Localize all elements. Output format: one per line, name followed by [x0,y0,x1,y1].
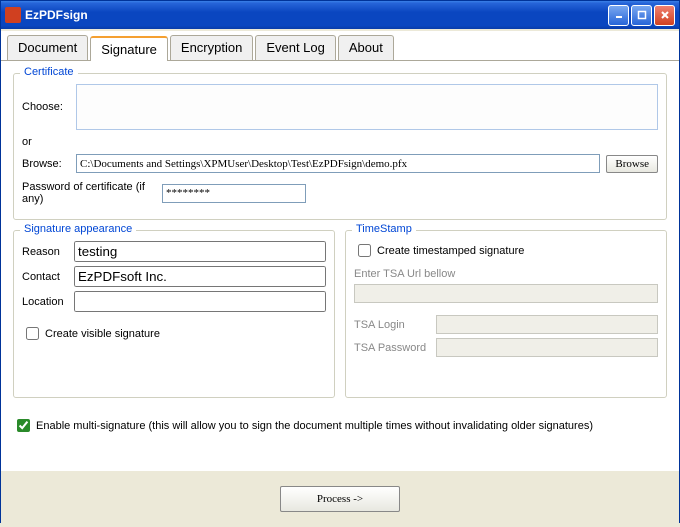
reason-label: Reason [22,246,74,258]
certificate-legend: Certificate [20,66,78,78]
multi-signature-checkbox[interactable] [17,419,30,432]
tab-bar: Document Signature Encryption Event Log … [1,31,679,61]
contact-label: Contact [22,271,74,283]
visible-signature-checkbox[interactable] [26,327,39,340]
tab-event-log[interactable]: Event Log [255,35,336,60]
reason-input[interactable] [74,241,326,262]
tsa-password-label: TSA Password [354,342,436,354]
tab-content: Certificate Choose: or Browse: Browse Pa… [1,61,679,471]
tsa-url-hint: Enter TSA Url bellow [354,268,658,280]
multi-signature-label: Enable multi-signature (this will allow … [36,420,593,432]
create-timestamp-label: Create timestamped signature [377,245,524,257]
browse-button[interactable]: Browse [606,155,658,173]
cert-password-label: Password of certificate (if any) [22,181,162,205]
app-icon [5,7,21,23]
create-timestamp-checkbox[interactable] [358,244,371,257]
signature-appearance-legend: Signature appearance [20,223,136,235]
timestamp-group: TimeStamp Create timestamped signature E… [345,230,667,398]
timestamp-legend: TimeStamp [352,223,416,235]
tab-encryption[interactable]: Encryption [170,35,253,60]
tsa-login-label: TSA Login [354,319,436,331]
certificate-group: Certificate Choose: or Browse: Browse Pa… [13,73,667,220]
minimize-button[interactable] [608,5,629,26]
window-title: EzPDFsign [25,8,608,22]
location-input[interactable] [74,291,326,312]
browse-path-input[interactable] [76,154,600,173]
tab-about[interactable]: About [338,35,394,60]
close-button[interactable] [654,5,675,26]
tsa-login-input [436,315,658,334]
app-window: EzPDFsign Document Signature Encryption … [0,0,680,523]
contact-input[interactable] [74,266,326,287]
window-controls [608,5,675,26]
maximize-button[interactable] [631,5,652,26]
location-label: Location [22,296,74,308]
footer: Process -> [1,471,679,527]
signature-appearance-group: Signature appearance Reason Contact Loca… [13,230,335,398]
titlebar: EzPDFsign [1,1,679,29]
tsa-url-input [354,284,658,303]
cert-password-input[interactable] [162,184,306,203]
visible-signature-label: Create visible signature [45,328,160,340]
tsa-password-input [436,338,658,357]
tab-document[interactable]: Document [7,35,88,60]
tab-signature[interactable]: Signature [90,36,168,61]
or-label: or [22,136,658,148]
choose-label: Choose: [22,101,76,113]
process-button[interactable]: Process -> [280,486,400,512]
certificate-choose-area[interactable] [76,84,658,130]
browse-label: Browse: [22,158,76,170]
